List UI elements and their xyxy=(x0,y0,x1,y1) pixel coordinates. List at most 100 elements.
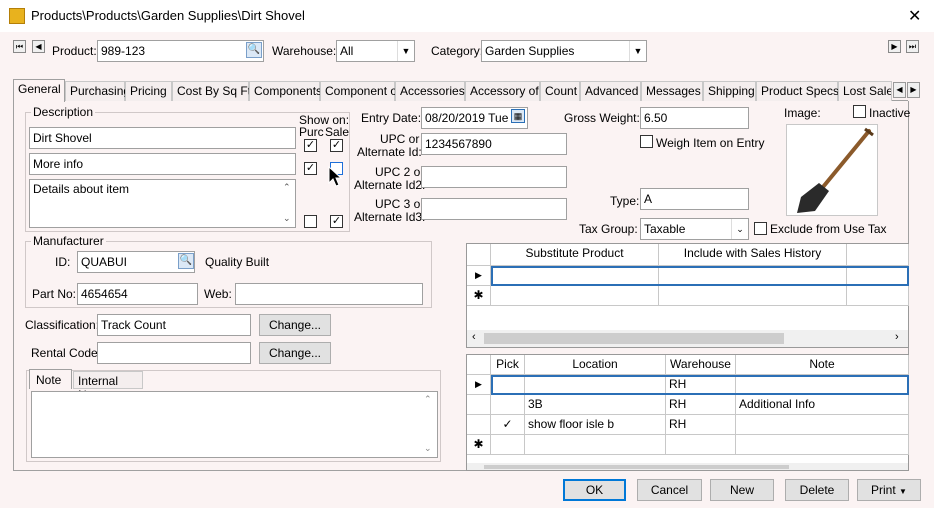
new-warehouse-cell[interactable] xyxy=(666,435,736,455)
scroll-left-icon[interactable]: ‹ xyxy=(472,331,476,343)
new-pick-cell[interactable] xyxy=(491,435,525,455)
chevron-down-icon: ▼ xyxy=(629,41,646,61)
tab-cost-by-sq-ft[interactable]: Cost By Sq Ft xyxy=(172,81,251,101)
note-cell[interactable]: Additional Info xyxy=(736,395,909,415)
tab-scroll-left-icon[interactable]: ◀ xyxy=(893,82,906,98)
upc-input[interactable]: 1234567890 xyxy=(421,133,567,155)
ok-button[interactable]: OK xyxy=(563,479,626,501)
warehouse-select[interactable]: All ▼ xyxy=(336,40,415,62)
memo-scroll-down-icon[interactable]: ⌄ xyxy=(283,213,291,224)
purc-details-checkbox[interactable] xyxy=(304,215,317,228)
warehouse-cell[interactable]: RH xyxy=(666,395,736,415)
weigh-item-checkbox[interactable] xyxy=(640,135,653,148)
new-substitute-cell[interactable] xyxy=(491,286,659,306)
column-warehouse[interactable]: Warehouse xyxy=(666,355,736,375)
image-label: Image: xyxy=(784,106,821,120)
tab-note[interactable]: Note xyxy=(29,369,72,389)
new-include-cell[interactable] xyxy=(659,286,847,306)
column-include-sales-history[interactable]: Include with Sales History xyxy=(659,244,847,266)
column-pick[interactable]: Pick xyxy=(491,355,525,375)
tab-component-of[interactable]: Component of xyxy=(320,81,400,101)
memo-scroll-up-icon[interactable]: ⌃ xyxy=(283,182,291,193)
new-button[interactable]: New xyxy=(710,479,774,501)
tab-general[interactable]: General xyxy=(13,79,65,102)
note-cell[interactable] xyxy=(736,415,909,435)
tab-product-specs[interactable]: Product Specs xyxy=(756,81,839,101)
tab-components[interactable]: Components xyxy=(249,81,322,101)
sale-details-checkbox[interactable]: ✓ xyxy=(330,215,343,228)
tab-messages[interactable]: Messages xyxy=(641,81,703,101)
tab-purchasing[interactable]: Purchasing xyxy=(65,81,130,101)
rental-change-button[interactable]: Change... xyxy=(259,342,331,364)
web-input[interactable] xyxy=(235,283,423,305)
classification-input[interactable]: Track Count xyxy=(97,314,251,336)
tab-scroll-right-icon[interactable]: ▶ xyxy=(907,82,920,98)
note-scroll-down-icon[interactable]: ⌄ xyxy=(424,443,432,454)
exclude-use-tax-checkbox[interactable] xyxy=(754,222,767,235)
pick-cell[interactable] xyxy=(491,395,525,415)
scroll-right-icon[interactable]: › xyxy=(895,331,899,343)
inactive-checkbox[interactable] xyxy=(853,105,866,118)
pick-cell[interactable]: ✓ xyxy=(491,415,525,435)
next-record-icon[interactable]: ▶ xyxy=(888,40,901,53)
tab-lost-sale[interactable]: Lost Sale xyxy=(838,81,892,101)
warehouse-cell[interactable]: RH xyxy=(666,415,736,435)
gross-weight-input[interactable]: 6.50 xyxy=(640,107,749,129)
tab-accessory-of[interactable]: Accessory of xyxy=(465,81,540,101)
product-input[interactable]: 989-123 xyxy=(97,40,264,62)
sale-line1-checkbox[interactable]: ✓ xyxy=(330,139,343,152)
substitute-hscrollbar[interactable]: ‹ › xyxy=(467,330,908,347)
tab-advanced[interactable]: Advanced xyxy=(580,81,641,101)
location-cell[interactable]: show floor isle b xyxy=(525,415,666,435)
upc3-input[interactable] xyxy=(421,198,567,220)
product-image[interactable] xyxy=(786,124,878,216)
description-line1-input[interactable]: Dirt Shovel xyxy=(29,127,296,149)
column-note[interactable]: Note xyxy=(736,355,909,375)
purc-line1-checkbox[interactable]: ✓ xyxy=(304,139,317,152)
tab-internal-note[interactable]: Internal Note xyxy=(73,371,143,402)
chevron-down-icon: ⌄ xyxy=(731,219,748,239)
purc-label: Purc xyxy=(299,125,324,139)
manufacturer-search-icon[interactable]: 🔍 xyxy=(178,253,194,269)
location-cell[interactable]: 3B xyxy=(525,395,666,415)
classification-change-button[interactable]: Change... xyxy=(259,314,331,336)
close-icon[interactable]: ✕ xyxy=(908,6,921,26)
manufacturer-id-label: ID: xyxy=(55,255,71,269)
new-note-cell[interactable] xyxy=(736,435,909,455)
part-no-input[interactable]: 4654654 xyxy=(77,283,198,305)
cancel-button[interactable]: Cancel xyxy=(637,479,702,501)
category-value: Garden Supplies xyxy=(485,44,575,58)
print-button[interactable]: Print ▼ xyxy=(857,479,921,501)
tab-pricing[interactable]: Pricing xyxy=(125,81,172,101)
description-line2-input[interactable]: More info xyxy=(29,153,296,175)
rental-code-input[interactable] xyxy=(97,342,251,364)
note-memo[interactable] xyxy=(31,391,438,458)
tax-group-select[interactable]: Taxable ⌄ xyxy=(640,218,749,240)
new-location-cell[interactable] xyxy=(525,435,666,455)
tab-accessories[interactable]: Accessories xyxy=(395,81,465,101)
delete-button[interactable]: Delete xyxy=(785,479,849,501)
last-record-icon[interactable]: ⏭ xyxy=(906,40,919,53)
calendar-icon[interactable]: ▦ xyxy=(511,109,525,123)
first-record-icon[interactable]: ⏮ xyxy=(13,40,26,53)
scroll-thumb[interactable] xyxy=(484,333,784,344)
column-substitute-product[interactable]: Substitute Product xyxy=(491,244,659,266)
scroll-thumb[interactable] xyxy=(484,465,789,469)
tab-shipping[interactable]: Shipping xyxy=(703,81,756,101)
prev-record-icon[interactable]: ◀ xyxy=(32,40,45,53)
purc-line2-checkbox[interactable]: ✓ xyxy=(304,162,317,175)
mouse-cursor-icon xyxy=(328,166,342,187)
product-search-icon[interactable]: 🔍 xyxy=(246,42,262,58)
type-input[interactable]: A xyxy=(640,188,749,210)
print-dropdown-icon: ▼ xyxy=(899,487,907,496)
tab-count[interactable]: Count xyxy=(540,81,580,101)
description-details-memo[interactable]: Details about item xyxy=(29,179,296,228)
entry-date-label: Entry Date: xyxy=(361,111,422,125)
upc3-label-1: UPC 3 or xyxy=(375,197,425,211)
category-select[interactable]: Garden Supplies ▼ xyxy=(481,40,647,62)
weigh-item-label: Weigh Item on Entry xyxy=(656,136,765,150)
location-hscrollbar[interactable] xyxy=(467,463,908,470)
column-location[interactable]: Location xyxy=(525,355,666,375)
upc2-input[interactable] xyxy=(421,166,567,188)
note-scroll-up-icon[interactable]: ⌃ xyxy=(424,394,432,405)
